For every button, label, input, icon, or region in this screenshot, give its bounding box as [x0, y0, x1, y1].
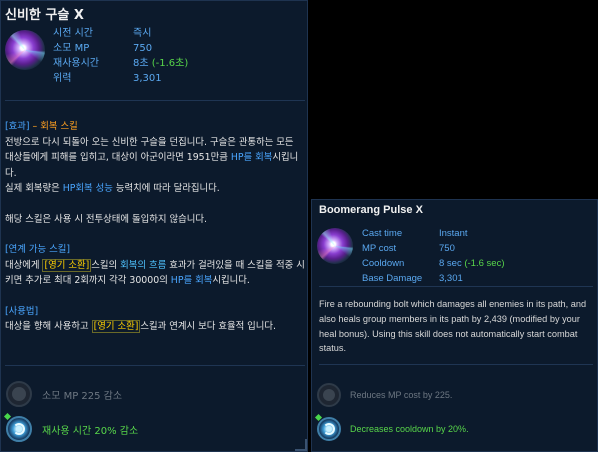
active-modifier-icon [317, 417, 341, 441]
skill-description: [효과] – 회복 스킬 전방으로 다시 되돌아 오는 신비한 구슬을 던집니다… [5, 119, 305, 335]
stat-label: Base Damage [362, 273, 423, 284]
stat-base-damage: Base Damage 3,301 [362, 271, 504, 286]
modifier-text: 재사용 시간 20% 감소 [42, 425, 139, 437]
chain-skill-text: 대상에게 [영기 소환] 스킬의 회복의 흐름 효과가 걸려있을 때 스킬을 적중… [5, 258, 305, 289]
skill-stats: Cast time Instant MP cost 750 Cooldown 8… [362, 226, 504, 286]
locked-modifier-icon [6, 381, 32, 407]
heal-performance-link: HP회복 성능 [62, 183, 113, 194]
stat-value: Instant [439, 228, 468, 239]
modifier-text: Decreases cooldown by 20%. [350, 424, 469, 434]
stat-cooldown-reduction: (-1.6 sec) [464, 258, 505, 269]
stat-value: 3,301 [439, 273, 463, 284]
mystic-orb-skill-icon [5, 30, 45, 70]
chain-skill-header: [연계 가능 스킬] [5, 244, 71, 255]
modifier-cooldown-reduction: 재사용 시간 20% 감소 [6, 416, 138, 442]
stat-cooldown: Cooldown 8 sec (-1.6 sec) [362, 256, 504, 271]
stat-mp-cost: MP cost 750 [362, 241, 504, 256]
stat-value: 750 [439, 243, 455, 254]
chain-text-part: 대상에게 [5, 259, 43, 271]
stat-cooldown: 재사용시간 8초 (-1.6초) [53, 56, 188, 71]
combat-state-note: 해당 스킬은 사용 시 전투상태에 돌입하지 않습니다. [5, 213, 207, 225]
active-modifier-icon [6, 416, 32, 442]
stat-label: 시전 시간 [53, 28, 93, 39]
stat-label: MP cost [362, 243, 397, 254]
hp-heal-link: HP를 회복 [170, 275, 213, 286]
usage-text-part: 대상을 향해 사용하고 [5, 321, 92, 332]
resize-corner [295, 439, 307, 451]
skill-title: Boomerang Pulse X [319, 204, 423, 216]
skill-stats: 시전 시간 즉시 소모 MP 750 재사용시간 8초 (-1.6초) 위력 3… [53, 26, 188, 86]
effect-header: [효과] [5, 121, 30, 132]
flow-of-healing-link: 회복의 흐름 [120, 259, 167, 271]
stat-mp-cost: 소모 MP 750 [53, 41, 188, 56]
effect-type: 회복 스킬 [40, 121, 78, 132]
stat-cooldown-reduction: (-1.6초) [151, 58, 189, 69]
hp-heal-link: HP를 회복 [230, 152, 273, 163]
locked-modifier-icon [317, 383, 341, 407]
usage-text-part: 스킬과 연계시 보다 효율적 입니다. [140, 321, 277, 332]
usage-text: 대상을 향해 사용하고 [영기 소환] 스킬과 연계시 보다 효율적 입니다. [5, 319, 305, 335]
chain-text-part: 스킬의 [91, 259, 121, 271]
modifier-mp-reduction: 소모 MP 225 감소 [6, 381, 122, 407]
stat-label: 재사용시간 [53, 58, 99, 69]
stat-cast-time: Cast time Instant [362, 226, 504, 241]
divider [319, 286, 593, 287]
effect-text: 전방으로 다시 되돌아 오는 신비한 구슬을 던집니다. 구슬은 관통하는 모든… [5, 135, 305, 182]
spirit-summon-skill-tag: [영기 소환] [42, 258, 92, 272]
effect-text-2: 실제 회복량은 HP회복 성능 능력치에 따라 달라집니다. [5, 181, 305, 197]
stat-value: 8초 [133, 58, 152, 69]
stat-label: Cooldown [362, 258, 405, 269]
divider [5, 100, 305, 101]
usage-header: [사용법] [5, 305, 39, 317]
stat-label: 소모 MP [53, 43, 90, 54]
effect-text-part: 능력치에 따라 달라집니다. [112, 183, 220, 194]
stat-power: 위력 3,301 [53, 71, 188, 86]
mystic-orb-skill-icon [317, 228, 353, 264]
modifier-cooldown-reduction: Decreases cooldown by 20%. [317, 417, 469, 441]
spirit-summon-skill-tag: [영기 소환] [91, 320, 141, 333]
skill-description: Fire a rebounding bolt which damages all… [319, 299, 587, 354]
effect-dash: – [29, 121, 41, 132]
chain-text-part: 시킵니다. [212, 275, 250, 286]
modifier-text: Reduces MP cost by 225. [350, 390, 453, 400]
modifier-text: 소모 MP 225 감소 [42, 390, 123, 402]
korean-skill-tooltip: 신비한 구슬 X 시전 시간 즉시 소모 MP 750 재사용시간 8초 (-1… [0, 0, 308, 452]
skill-title: 신비한 구슬 X [5, 8, 84, 23]
effect-text-part: 실제 회복량은 [5, 183, 63, 194]
stat-value: 750 [133, 43, 153, 54]
effect-heading: [효과] – 회복 스킬 [5, 119, 305, 135]
divider [5, 365, 305, 366]
english-skill-tooltip: Boomerang Pulse X Cast time Instant MP c… [311, 199, 598, 452]
stat-value: 8 sec [439, 258, 465, 269]
stat-cast-time: 시전 시간 즉시 [53, 26, 188, 41]
stat-label: 위력 [53, 73, 72, 84]
divider [319, 364, 593, 365]
stat-value: 3,301 [133, 73, 162, 84]
stat-value: 즉시 [133, 28, 152, 39]
stat-label: Cast time [362, 228, 403, 239]
modifier-mp-reduction: Reduces MP cost by 225. [317, 383, 452, 407]
